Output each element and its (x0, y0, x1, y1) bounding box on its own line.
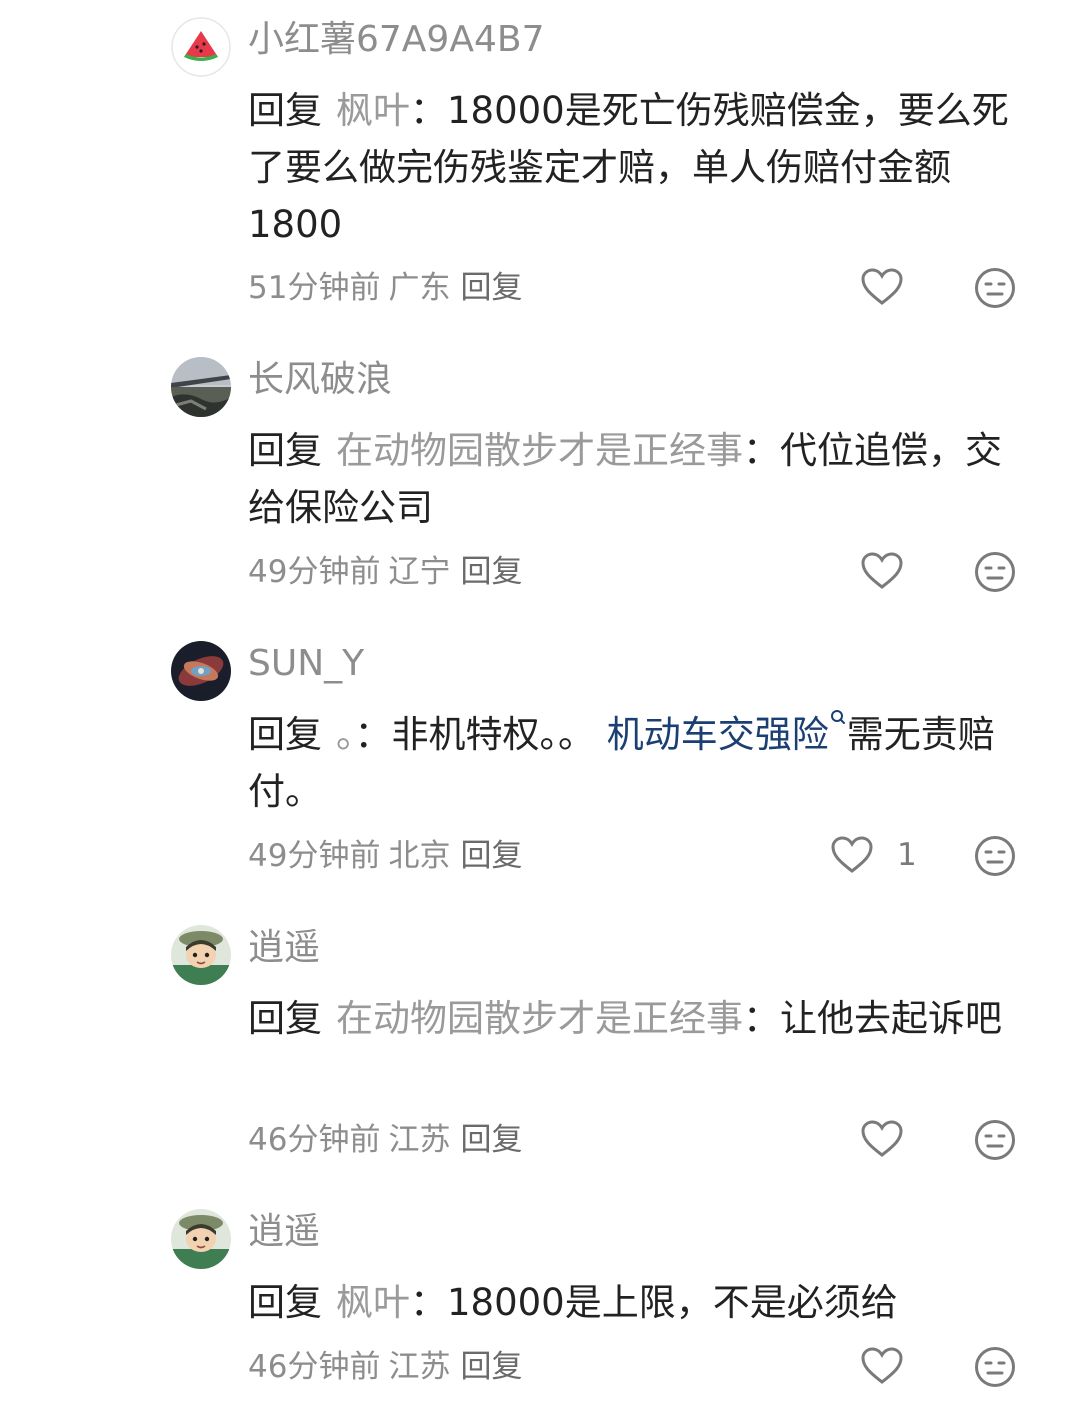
avatar[interactable] (171, 17, 231, 77)
like-button[interactable] (861, 552, 903, 590)
reply-target[interactable]: 枫叶 (336, 89, 410, 132)
comment-content: 非机特权。。 (391, 713, 596, 756)
heart-icon (831, 836, 873, 873)
avatar[interactable] (171, 357, 231, 417)
like-count: 1 (897, 837, 917, 873)
cartoon-boy-avatar (171, 925, 231, 985)
timestamp: 51分钟前 (248, 270, 381, 306)
reply-target[interactable]: 枫叶 (336, 1281, 410, 1324)
location: 辽宁 (388, 554, 451, 590)
avatar[interactable] (171, 925, 231, 985)
reply-button[interactable]: 回复 (460, 270, 522, 306)
watermelon-icon (171, 17, 231, 77)
reply-button[interactable]: 回复 (460, 1349, 522, 1385)
cartoon-boy-avatar (171, 1209, 231, 1269)
reply-prefix: 回复 (248, 997, 322, 1040)
meh-face-icon (975, 1347, 1015, 1387)
reply-button[interactable]: 回复 (460, 554, 522, 590)
separator: ： (410, 89, 447, 132)
reply-button[interactable]: 回复 (460, 838, 522, 874)
meh-face-icon (975, 268, 1015, 308)
comment-text: 回复 。：非机特权。。 机动车交强险 需无责赔付。 (248, 706, 1038, 820)
comment-content: 让他去起诉吧 (780, 997, 1002, 1040)
dislike-button[interactable] (974, 551, 1016, 597)
separator: ： (410, 1281, 447, 1324)
like-button[interactable] (861, 268, 903, 306)
comment-text: 回复 在动物园散步才是正经事：代位追偿，交给保险公司 (248, 422, 1038, 536)
like-button[interactable]: 1 (831, 836, 917, 874)
timestamp: 46分钟前 (248, 1349, 381, 1385)
reply-target[interactable]: 。 (336, 713, 355, 756)
nebula-avatar (171, 641, 231, 701)
location: 江苏 (388, 1349, 451, 1385)
reply-button[interactable]: 回复 (460, 1122, 522, 1158)
search-icon (830, 710, 845, 724)
reply-prefix: 回复 (248, 1281, 322, 1324)
search-link-text[interactable]: 机动车交强险 (607, 713, 829, 756)
like-button[interactable] (861, 1120, 903, 1158)
dislike-button[interactable] (974, 1119, 1016, 1165)
username[interactable]: 逍遥 (248, 1210, 320, 1254)
timestamp: 49分钟前 (248, 838, 381, 874)
reply-prefix: 回复 (248, 429, 322, 472)
location: 江苏 (388, 1122, 451, 1158)
dislike-button[interactable] (974, 267, 1016, 313)
search-link[interactable]: 机动车交强险 (607, 710, 847, 756)
heart-icon (861, 268, 903, 305)
dislike-button[interactable] (974, 1346, 1016, 1392)
reply-prefix: 回复 (248, 713, 322, 756)
comment-text: 回复 枫叶：18000是上限，不是必须给 (248, 1274, 1038, 1331)
comment-text: 回复 在动物园散步才是正经事：让他去起诉吧 (248, 990, 1038, 1047)
avatar[interactable] (171, 641, 231, 701)
meh-face-icon (975, 836, 1015, 876)
heart-icon (861, 1347, 903, 1384)
location: 广东 (388, 270, 451, 306)
meh-face-icon (975, 1120, 1015, 1160)
separator: ： (743, 997, 780, 1040)
location: 北京 (388, 838, 451, 874)
comment-meta: 49分钟前 辽宁 回复 (248, 552, 522, 592)
username[interactable]: 小红薯67A9A4B7 (248, 18, 544, 62)
timestamp: 49分钟前 (248, 554, 381, 590)
comment-content: 18000是上限，不是必须给 (447, 1281, 898, 1324)
comment-meta: 49分钟前 北京 回复 (248, 836, 522, 876)
timestamp: 46分钟前 (248, 1122, 381, 1158)
comment-meta: 46分钟前 江苏 回复 (248, 1347, 522, 1387)
comment-meta: 46分钟前 江苏 回复 (248, 1120, 522, 1160)
reply-prefix: 回复 (248, 89, 322, 132)
reply-target[interactable]: 在动物园散步才是正经事 (336, 997, 743, 1040)
comment-text: 回复 枫叶：18000是死亡伤残赔偿金，要么死了要么做完伤残鉴定才赔，单人伤赔付金… (248, 82, 1038, 253)
meh-face-icon (975, 552, 1015, 592)
bridge-photo-avatar (171, 357, 231, 417)
avatar[interactable] (171, 1209, 231, 1269)
separator: ： (354, 713, 392, 756)
dislike-button[interactable] (974, 835, 1016, 881)
username[interactable]: 逍遥 (248, 926, 320, 970)
heart-icon (861, 552, 903, 589)
separator: ： (743, 429, 780, 472)
heart-icon (861, 1120, 903, 1157)
like-button[interactable] (861, 1347, 903, 1385)
comment-meta: 51分钟前 广东 回复 (248, 268, 522, 308)
reply-target[interactable]: 在动物园散步才是正经事 (336, 429, 743, 472)
username[interactable]: 长风破浪 (248, 358, 392, 402)
username[interactable]: SUN_Y (248, 642, 364, 686)
